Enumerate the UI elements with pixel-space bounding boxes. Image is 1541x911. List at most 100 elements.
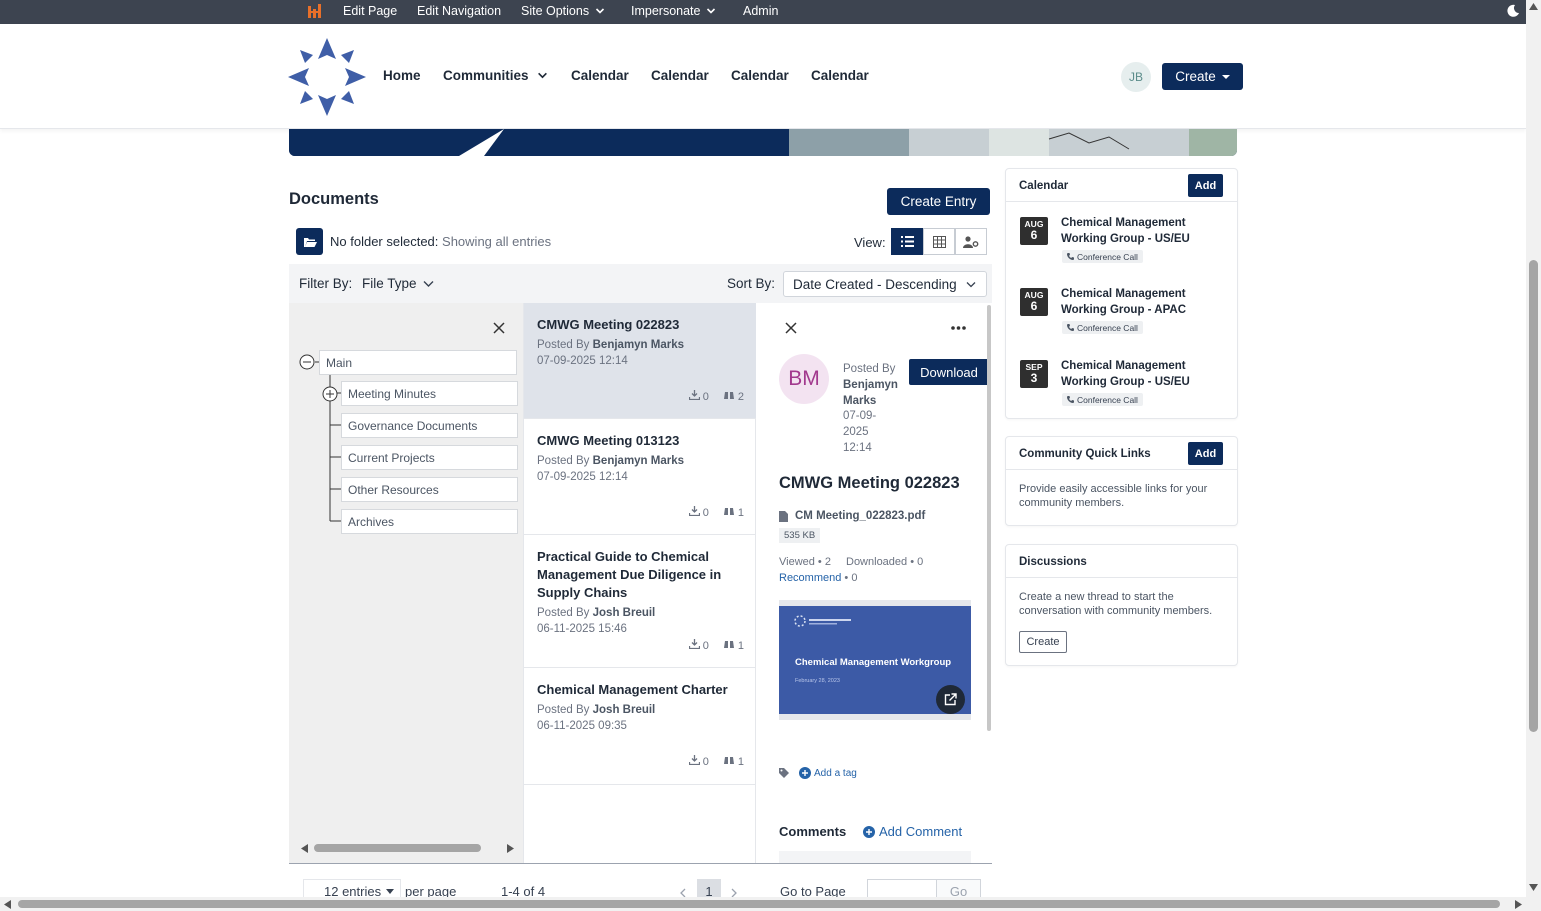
chevron-down-icon (596, 8, 605, 14)
more-options-icon[interactable] (951, 326, 966, 330)
event-title[interactable]: Chemical Management Working Group - US/E… (1061, 359, 1221, 390)
entry-title[interactable]: Practical Guide to Chemical Management D… (537, 548, 743, 602)
user-avatar[interactable]: JB (1121, 62, 1151, 92)
download-count: 0 (688, 639, 709, 652)
entry-title[interactable]: Chemical Management Charter (537, 681, 743, 699)
event-type-tag: Conference Call (1062, 250, 1143, 263)
nav-calendar-1[interactable]: Calendar (571, 68, 629, 83)
showing-entries-label: Showing all entries (442, 234, 552, 249)
site-options-menu[interactable]: Site Options (521, 4, 605, 18)
chevron-down-icon (966, 282, 976, 288)
scroll-thumb[interactable] (314, 844, 481, 852)
dark-mode-toggle[interactable] (1506, 4, 1520, 18)
nav-calendar-2[interactable]: Calendar (651, 68, 709, 83)
tree-node-other-resources[interactable]: Other Resources (341, 477, 518, 502)
event-tag-label: Conference Call (1077, 322, 1138, 333)
admin-link[interactable]: Admin (743, 4, 778, 18)
go-to-page-label: Go to Page (780, 884, 846, 897)
event-tag-label: Conference Call (1077, 394, 1138, 405)
go-to-page-input[interactable] (867, 879, 937, 897)
grid-view-button[interactable] (923, 228, 955, 255)
entries-per-page-value: 12 entries (324, 883, 382, 898)
hl-logo-icon[interactable] (307, 3, 323, 19)
nav-communities[interactable]: Communities (443, 68, 548, 83)
nav-calendar-4[interactable]: Calendar (811, 68, 869, 83)
calendar-title: Calendar (1019, 180, 1069, 192)
tree-node-governance-documents[interactable]: Governance Documents (341, 413, 518, 438)
filter-by-label: Filter By: (299, 276, 353, 291)
quick-links-add-button[interactable]: Add (1188, 442, 1223, 465)
tree-node-main[interactable]: Main (319, 350, 517, 375)
file-link[interactable]: CM Meeting_022823.pdf (779, 510, 925, 522)
discussion-create-button[interactable]: Create (1019, 631, 1067, 653)
discussions-title: Discussions (1019, 556, 1087, 568)
view-label: View: (854, 235, 886, 250)
expand-meeting-minutes-toggle[interactable] (322, 386, 338, 407)
tree-node-meeting-minutes[interactable]: Meeting Minutes (341, 381, 518, 406)
document-preview[interactable]: Chemical Management Workgroup February 2… (779, 600, 971, 720)
tags-row: Add a tag (779, 767, 857, 779)
edit-navigation-link[interactable]: Edit Navigation (417, 4, 501, 18)
add-tag-link[interactable]: Add a tag (799, 767, 857, 779)
tree-horizontal-scrollbar[interactable] (297, 841, 517, 855)
tree-node-current-projects[interactable]: Current Projects (341, 445, 518, 470)
entry-title[interactable]: CMWG Meeting 022823 (537, 316, 743, 334)
entries-per-page-select[interactable]: 12 entries (303, 879, 401, 897)
tree-node-archives[interactable]: Archives (341, 509, 518, 534)
list-item[interactable]: CMWG Meeting 013123 Posted By Benjamyn M… (524, 419, 756, 535)
folder-toggle-button[interactable] (296, 228, 323, 255)
nav-calendar-3[interactable]: Calendar (731, 68, 789, 83)
event-date-badge: SEP 3 (1020, 360, 1048, 388)
close-icon[interactable] (785, 322, 797, 334)
caret-down-icon (1221, 74, 1230, 79)
compass-logo-icon (288, 38, 366, 116)
create-button[interactable]: Create (1162, 63, 1243, 90)
calendar-add-button[interactable]: Add (1188, 174, 1223, 197)
list-item[interactable]: Chemical Management Charter Posted By Jo… (524, 668, 756, 785)
binoculars-icon (723, 508, 734, 515)
event-title[interactable]: Chemical Management Working Group - US/E… (1061, 216, 1221, 247)
entry-author: Benjamyn Marks (592, 455, 685, 467)
entry-title[interactable]: CMWG Meeting 013123 (537, 432, 743, 450)
list-item[interactable]: Practical Guide to Chemical Management D… (524, 535, 756, 668)
discussions-header: Discussions (1006, 545, 1237, 578)
detail-scroll-thumb[interactable] (987, 305, 991, 731)
page-1-button[interactable]: 1 (697, 879, 721, 897)
horizontal-scroll-thumb[interactable] (18, 900, 1500, 908)
edit-page-link[interactable]: Edit Page (343, 4, 397, 18)
posted-by-label: Posted By (537, 455, 590, 467)
impersonate-menu[interactable]: Impersonate (631, 4, 716, 18)
nav-home[interactable]: Home (383, 68, 421, 83)
entry-author-line: Posted By Benjamyn Marks (537, 453, 743, 469)
chevron-right-icon[interactable] (731, 888, 738, 897)
event-title[interactable]: Chemical Management Working Group - APAC (1061, 287, 1221, 318)
go-button[interactable]: Go (936, 879, 981, 897)
vertical-scroll-thumb[interactable] (1529, 260, 1538, 732)
download-icon (688, 506, 700, 517)
download-button[interactable]: Download (909, 359, 989, 385)
pager-divider (289, 863, 992, 864)
page-horizontal-scrollbar[interactable] (0, 897, 1541, 911)
recommend-link[interactable]: Recommend (779, 572, 841, 584)
event-date-badge: AUG 6 (1020, 217, 1048, 245)
file-type-filter[interactable]: File Type (362, 276, 434, 291)
user-view-button[interactable] (955, 228, 987, 255)
view-count-value: 1 (737, 507, 744, 519)
edit-page-label: Edit Page (343, 4, 398, 18)
add-comment-link[interactable]: Add Comment (863, 824, 962, 839)
create-entry-button[interactable]: Create Entry (887, 188, 990, 215)
chevron-left-icon[interactable] (679, 888, 686, 897)
entry-stats: 0 1 (688, 506, 744, 519)
user-gear-icon (963, 235, 979, 248)
collapse-main-toggle[interactable] (299, 354, 315, 375)
open-external-button[interactable] (936, 685, 965, 714)
discussions-text: Create a new thread to start the convers… (1019, 591, 1213, 617)
list-item[interactable]: CMWG Meeting 022823 Posted By Benjamyn M… (524, 303, 756, 419)
posted-by-label: Posted By (537, 607, 590, 619)
sort-select[interactable]: Date Created - Descending (783, 271, 987, 297)
site-logo[interactable] (287, 37, 367, 122)
comment-box[interactable] (779, 851, 971, 863)
list-view-button[interactable] (891, 228, 923, 255)
folder-tree-panel: Main Meeting Minutes Governance Document… (289, 303, 524, 863)
page-vertical-scrollbar[interactable] (1526, 0, 1541, 897)
